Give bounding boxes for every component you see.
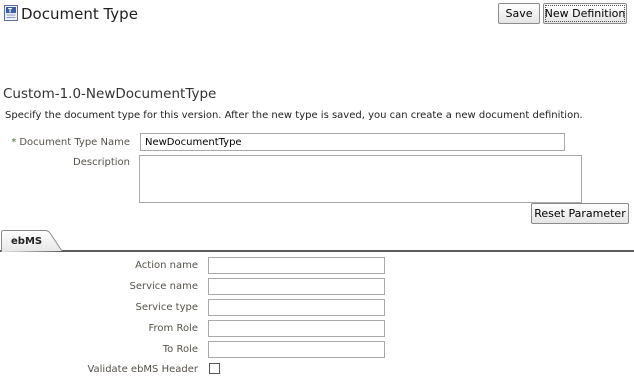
service-type-input[interactable] xyxy=(208,299,385,316)
document-type-name-input[interactable] xyxy=(140,133,565,151)
document-type-page: T Document Type Save New Definition Cust… xyxy=(0,0,634,390)
required-marker-icon: * xyxy=(11,137,17,148)
section-description: Specify the document type for this versi… xyxy=(5,110,583,121)
document-type-name-label: * Document Type Name xyxy=(11,136,130,149)
validate-ebms-header-checkbox[interactable] xyxy=(209,363,220,374)
service-type-label: Service type xyxy=(135,302,198,313)
new-definition-button[interactable]: New Definition xyxy=(543,3,627,24)
document-type-name-label-text: Document Type Name xyxy=(19,137,130,148)
description-textarea[interactable] xyxy=(139,155,582,203)
page-title: Document Type xyxy=(21,5,138,23)
from-role-input[interactable] xyxy=(208,320,385,337)
tab-strip-baseline xyxy=(0,250,634,252)
tab-ebms-label: ebMS xyxy=(11,236,43,247)
action-name-label: Action name xyxy=(135,260,198,271)
service-name-input[interactable] xyxy=(208,278,385,295)
to-role-label: To Role xyxy=(162,344,198,355)
section-title: Custom-1.0-NewDocumentType xyxy=(3,86,217,102)
action-name-input[interactable] xyxy=(208,257,385,274)
from-role-label: From Role xyxy=(148,323,198,334)
description-label: Description xyxy=(73,157,130,168)
tab-ebms[interactable]: ebMS xyxy=(1,230,63,252)
document-type-icon: T xyxy=(4,5,18,21)
page-header: T Document Type Save New Definition xyxy=(0,0,634,34)
save-button[interactable]: Save xyxy=(498,3,540,24)
to-role-input[interactable] xyxy=(208,341,385,358)
reset-parameter-button[interactable]: Reset Parameter xyxy=(531,203,629,224)
validate-ebms-header-label: Validate ebMS Header xyxy=(87,364,198,375)
service-name-label: Service name xyxy=(129,281,199,292)
